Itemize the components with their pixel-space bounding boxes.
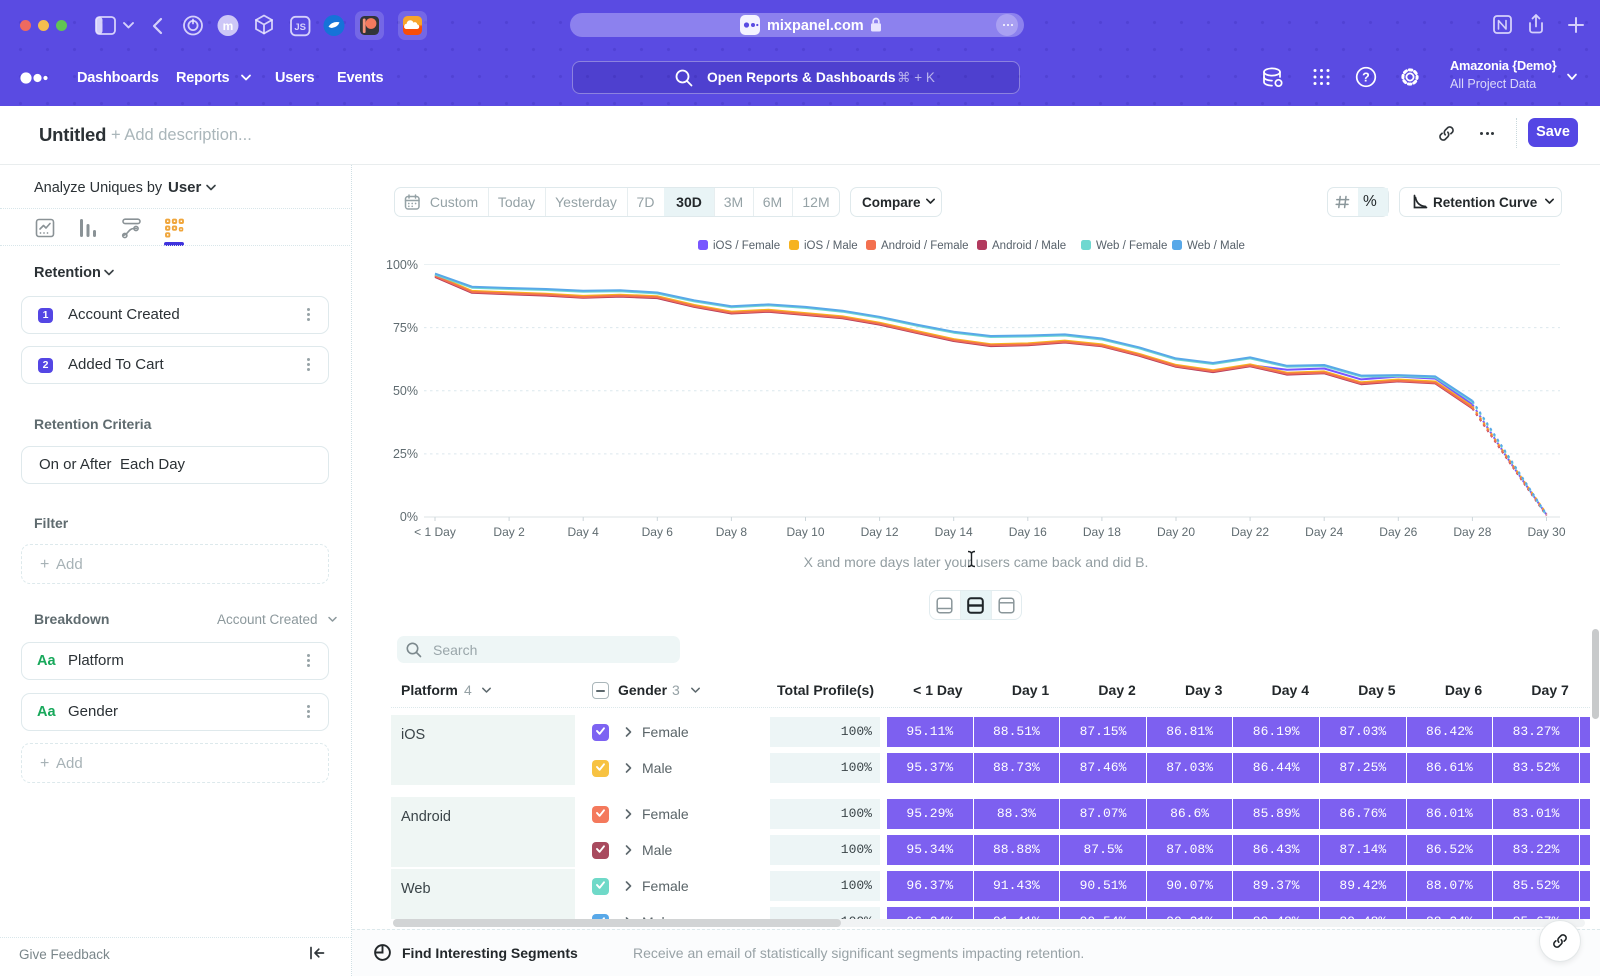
svg-text:JS: JS [294,22,306,33]
svg-text:?: ? [1362,71,1370,85]
svg-text:mixpanel.com: mixpanel.com [767,18,864,34]
svg-text:m: m [223,19,234,33]
